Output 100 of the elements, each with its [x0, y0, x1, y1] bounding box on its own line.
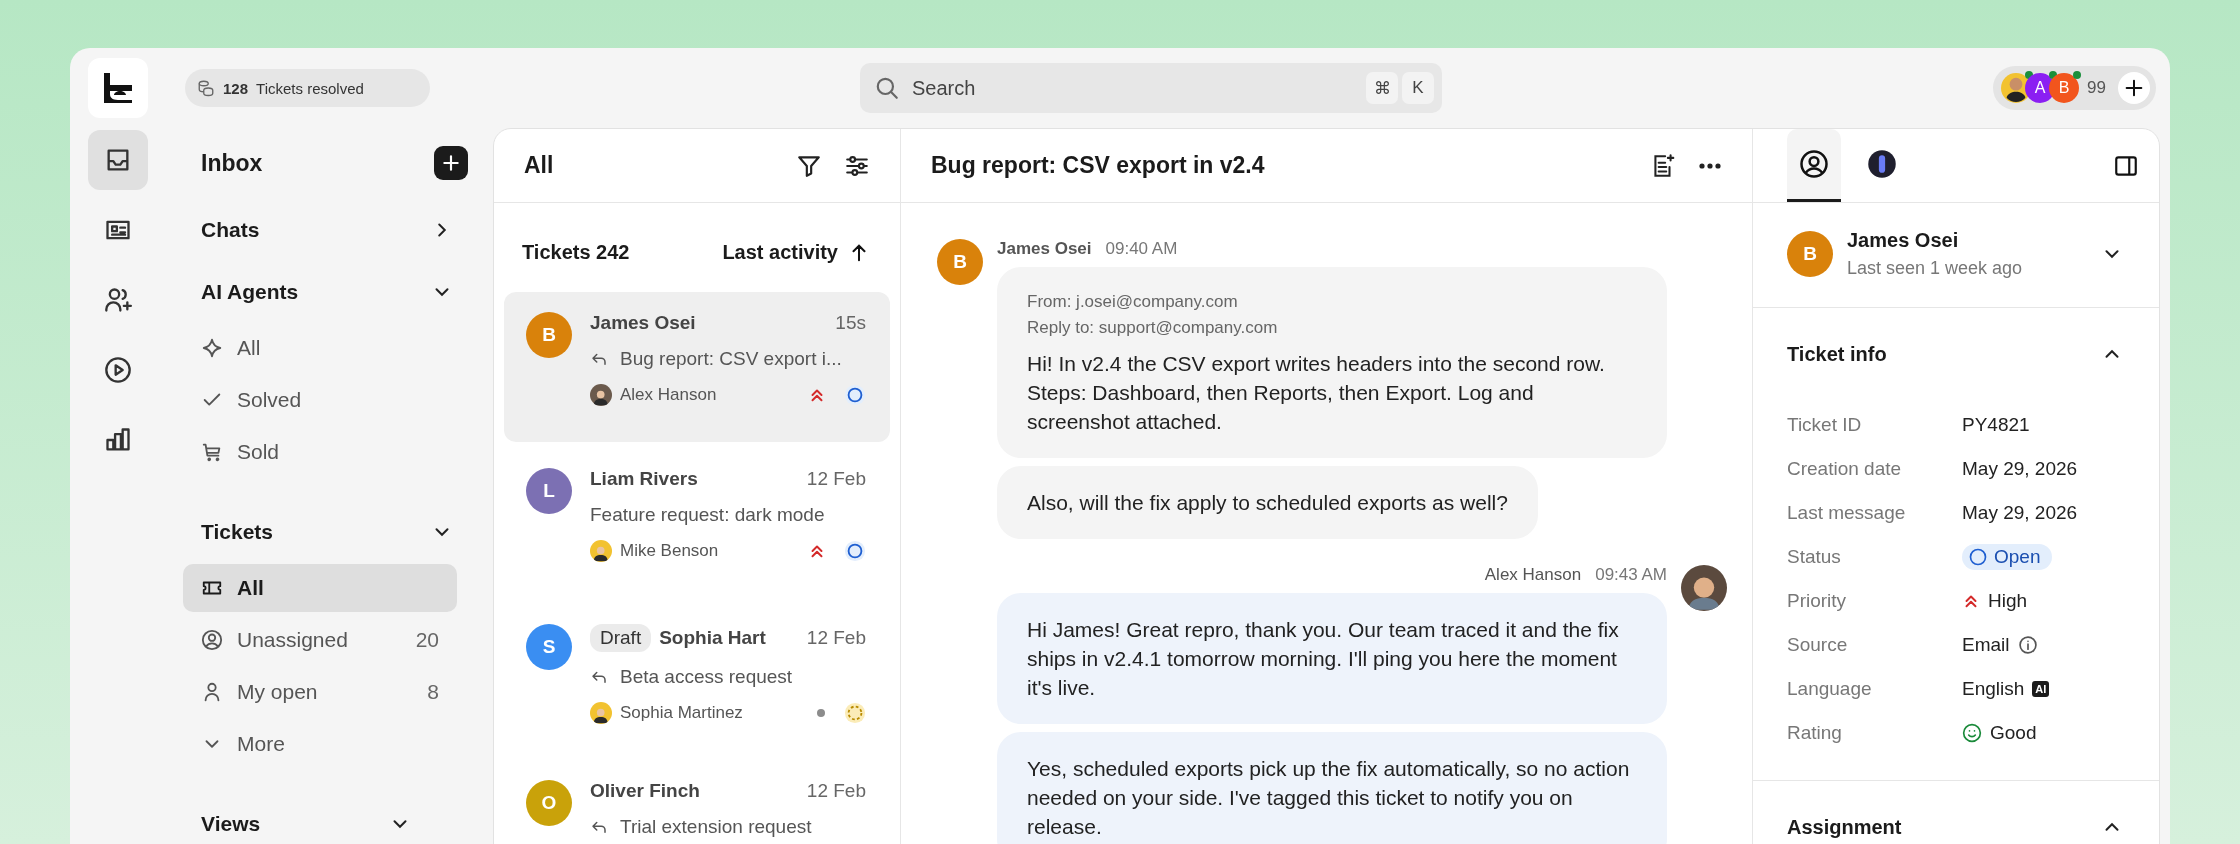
sparkle-icon	[201, 337, 223, 359]
more-icon	[1698, 162, 1722, 169]
field-value: May 29, 2026	[1962, 458, 2078, 480]
assignee-avatar	[590, 540, 612, 562]
email-reply-to: Reply to: support@company.com	[1027, 317, 1279, 339]
sidebar-item[interactable]: All	[183, 564, 457, 612]
message-text: Also, will the fix apply to scheduled exports as well?	[1027, 490, 1508, 516]
ticket-item[interactable]: B James Osei 15s Bug report: CSV export i... Alex Hanson	[504, 292, 890, 442]
section-header[interactable]: AI Agents	[183, 264, 475, 320]
app-logo[interactable]	[87, 58, 148, 118]
field-label: Language	[1787, 677, 1873, 701]
draft-badge: Draft	[590, 624, 652, 652]
field-label: Source	[1787, 633, 1849, 657]
customer-name: Oliver Finch	[590, 780, 701, 802]
sidebar-item[interactable]: Unassigned 20	[183, 616, 457, 664]
email-from: From: j.osei@company.com	[1027, 291, 1239, 313]
resolved-count: 128	[223, 79, 249, 97]
field-value: PY4821	[1962, 414, 2030, 436]
nav-button[interactable]	[87, 130, 148, 190]
message-time: 09:43 AM	[1595, 565, 1667, 585]
conversation-title: Bug report: CSV export in v2.4	[931, 152, 1266, 179]
section-title: Assignment	[1787, 815, 1902, 839]
ticket-subject: Beta access request	[620, 666, 793, 688]
ticket-item[interactable]: L Liam Rivers 12 Feb Feature request: dark mode Mike Benson	[504, 448, 890, 598]
plus-icon	[2123, 77, 2145, 99]
ticket-item[interactable]: S Draft Sophia Hart 12 Feb Beta access request Sophia Martinez	[504, 604, 890, 754]
section-header[interactable]: Tickets	[183, 504, 475, 560]
resolved-label: Tickets resolved	[256, 79, 364, 97]
online-count: 99	[2087, 78, 2106, 98]
sidebar-item[interactable]: Sold	[183, 428, 457, 476]
search-icon	[874, 75, 900, 101]
status-badge: Open	[1962, 544, 2053, 570]
field-value: High	[1988, 590, 2028, 612]
more-button[interactable]	[1698, 162, 1722, 169]
coins-icon	[197, 79, 215, 97]
ticket-subject: Trial extension request	[620, 816, 812, 838]
add-user-icon	[103, 286, 132, 314]
ticket-time: 12 Feb	[806, 627, 866, 649]
sidebar-item[interactable]: All	[183, 324, 457, 372]
customer-avatar: L	[526, 468, 572, 514]
cart-icon	[201, 441, 223, 463]
shortcut-key: ⌘	[1366, 72, 1398, 104]
field-label: Priority	[1787, 589, 1848, 613]
customer-avatar: B	[937, 239, 983, 285]
add-button[interactable]	[2118, 72, 2150, 104]
shortcut-key: K	[1402, 72, 1434, 104]
assignee-avatar	[590, 384, 612, 406]
message-author: Alex Hanson	[1484, 565, 1582, 585]
smiley-icon	[1962, 723, 1982, 743]
sidebar-item[interactable]: My open 8	[183, 668, 457, 716]
bar-chart-icon	[103, 426, 132, 454]
customer-avatar: B	[526, 312, 572, 358]
assignee-name: Mike Benson	[620, 541, 720, 561]
profile-icon	[1799, 149, 1829, 179]
ai-orb-icon	[1867, 149, 1897, 179]
new-button[interactable]	[434, 146, 468, 180]
plus-icon	[441, 153, 461, 173]
sidebar-item[interactable]: More	[183, 720, 457, 768]
sidebar-item[interactable]: Solved	[183, 376, 457, 424]
ticket-time: 15s	[835, 312, 866, 334]
field-label: Rating	[1787, 721, 1843, 745]
customer-avatar: O	[526, 780, 572, 826]
assignee-name: Sophia Martinez	[620, 703, 744, 723]
field-value: Good	[1990, 722, 2037, 744]
panel-tab[interactable]	[1787, 129, 1841, 202]
message-time: 09:40 AM	[1105, 239, 1178, 259]
ticket-item[interactable]: O Oliver Finch 12 Feb Trial extension request	[504, 760, 890, 844]
item-count: 8	[427, 680, 439, 704]
field-label: Status	[1787, 545, 1842, 569]
customer-name: Liam Rivers	[590, 468, 699, 490]
customer-name: Sophia Hart	[659, 627, 767, 649]
field-label: Ticket ID	[1787, 413, 1863, 437]
customer-avatar: B	[1787, 231, 1833, 277]
user-avatar	[2001, 73, 2032, 103]
sort-button[interactable]: Last activity	[722, 241, 870, 264]
info-icon	[2017, 635, 2038, 655]
ticket-subject: Bug report: CSV export i...	[620, 348, 842, 370]
section-header[interactable]: Views	[183, 796, 433, 844]
field-label: Last message	[1787, 501, 1907, 525]
field-value: May 29, 2026	[1962, 502, 2078, 524]
section-title: Ticket info	[1787, 342, 1887, 366]
message-text: Yes, scheduled exports pick up the fix automatically, so no action needed on your side. I've tagged this ticket to notify you on release.	[1027, 756, 1631, 840]
sidebar-title: Inbox	[201, 149, 263, 177]
list-title: All	[524, 152, 555, 179]
online-users-group[interactable]: A B 99	[1993, 66, 2156, 110]
message-author: James Osei	[997, 239, 1092, 259]
ticket-count: Tickets 242	[522, 241, 630, 264]
assignee-name: Alex Hanson	[620, 385, 718, 405]
customer-avatar: S	[526, 624, 572, 670]
field-label: Creation date	[1787, 457, 1903, 481]
message-text: Hi! In v2.4 the CSV export writes headers into the second row. Steps: Dashboard, then Reports, then Export. Log and screenshot attached.	[1027, 351, 1606, 435]
ticket-subject: Feature request: dark mode	[590, 504, 825, 526]
customer-name: James Osei	[590, 312, 697, 334]
last-seen: Last seen 1 week ago	[1847, 258, 2024, 279]
contact-name: James Osei	[1847, 229, 1960, 252]
field-value: English	[1962, 678, 2025, 700]
item-count: 20	[415, 628, 439, 652]
section-header[interactable]: Chats	[183, 202, 475, 258]
ticket-time: 12 Feb	[806, 780, 866, 802]
user-avatar: B	[2049, 73, 2080, 103]
